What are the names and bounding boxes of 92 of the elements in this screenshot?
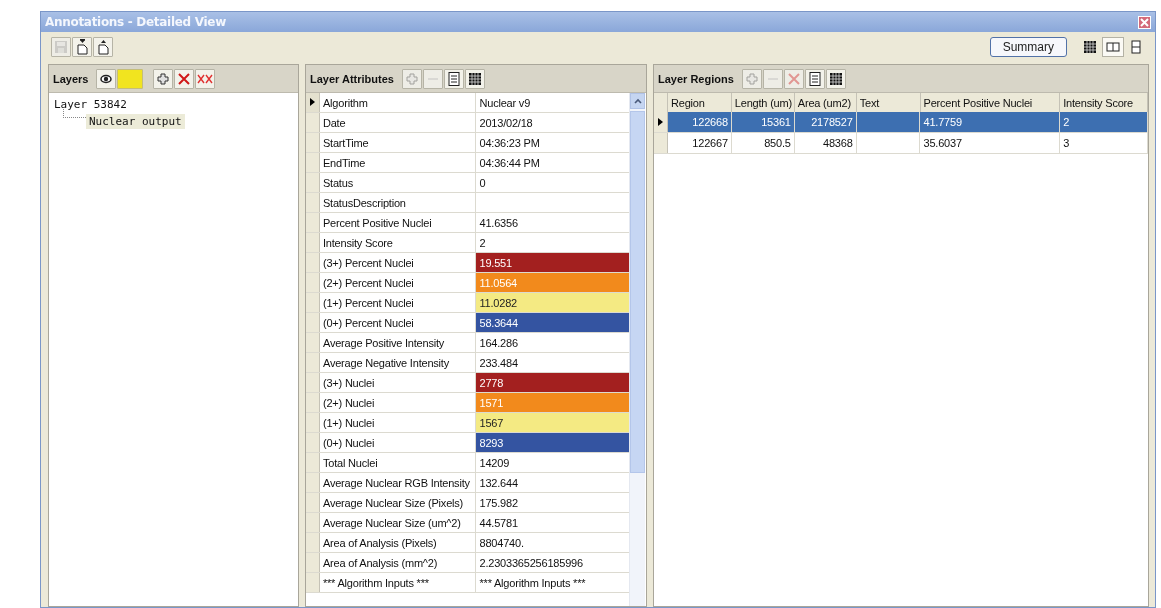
table-cell: 2 — [1060, 112, 1148, 132]
document-arrow-icon — [95, 39, 111, 55]
attribute-value: *** Algorithm Inputs *** — [478, 575, 587, 591]
attribute-value: 41.6356 — [478, 215, 519, 231]
table-cell: 41.7759 — [920, 112, 1061, 132]
attribute-name: Status — [319, 173, 477, 192]
attribute-name: Average Positive Intensity — [319, 333, 477, 352]
grid-icon — [1082, 39, 1098, 55]
attribute-value: 2013/02/18 — [478, 115, 534, 131]
attribute-value: 164.286 — [478, 335, 519, 351]
list-icon — [806, 70, 823, 87]
table-cell: 35.6037 — [920, 133, 1061, 153]
colored-value: 19.551 — [476, 253, 629, 272]
window-title: Annotations - Detailed View — [45, 15, 226, 29]
tool-button[interactable] — [825, 68, 846, 89]
attribute-name: *** Algorithm Inputs *** — [319, 573, 477, 592]
floppy-icon — [53, 39, 69, 55]
attribute-value: 14209 — [478, 455, 511, 471]
attribute-name: Average Nuclear Size (um^2) — [319, 513, 477, 532]
attribute-name: StatusDescription — [319, 193, 477, 212]
tree-item[interactable]: Nuclear output — [86, 114, 185, 129]
attribute-name: Percent Positive Nuclei — [319, 213, 477, 232]
table-cell: 2178527 — [794, 112, 857, 132]
colored-value: 1567 — [476, 413, 629, 432]
list-icon — [445, 70, 462, 87]
attribute-value: 0 — [478, 175, 487, 191]
colored-value: 11.0564 — [476, 273, 629, 292]
rows-icon — [1128, 39, 1144, 55]
columns-icon — [1105, 39, 1121, 55]
tool-button[interactable] — [96, 68, 117, 89]
panel-title: Layer Attributes — [310, 72, 394, 85]
table-row[interactable]: 122667 850.5 48368 35.6037 3 — [654, 133, 1148, 154]
attribute-name: Total Nuclei — [319, 453, 477, 472]
grid-icon — [466, 70, 483, 87]
attribute-name: Area of Analysis (mm^2) — [319, 553, 477, 572]
colored-value: 1571 — [476, 393, 629, 412]
attribute-value: 2 — [478, 235, 487, 251]
attribute-name: Average Negative Intensity — [319, 353, 477, 372]
attribute-name: Average Nuclear Size (Pixels) — [319, 493, 477, 512]
colored-value: 11.0282 — [476, 293, 629, 312]
attribute-name: Date — [319, 113, 477, 132]
close-button[interactable] — [1138, 15, 1151, 29]
cross-icon — [176, 70, 193, 87]
attribute-name: Algorithm — [319, 93, 477, 112]
close-icon — [1140, 17, 1149, 27]
attribute-value: 233.484 — [478, 355, 519, 371]
colored-value: 58.3644 — [476, 313, 629, 332]
attribute-value: 04:36:23 PM — [478, 135, 541, 151]
table-cell: 15361 — [731, 112, 795, 132]
scrollbar[interactable] — [629, 93, 645, 606]
row-header[interactable] — [306, 93, 320, 112]
attribute-value: 8804740. — [478, 535, 525, 551]
attribute-name: Intensity Score — [319, 233, 477, 252]
color-swatch[interactable] — [117, 68, 144, 89]
attribute-value: 44.5781 — [478, 515, 519, 531]
table-cell: 122668 — [667, 112, 732, 132]
plus-icon — [743, 70, 760, 87]
colored-value: 8293 — [476, 433, 629, 452]
tool-button[interactable] — [464, 68, 485, 89]
attribute-value: 132.644 — [478, 475, 519, 491]
attribute-value: Nuclear v9 — [478, 95, 532, 111]
plus-icon — [403, 70, 420, 87]
attribute-name: EndTime — [319, 153, 477, 172]
plus-icon — [155, 70, 172, 87]
attribute-value: 175.982 — [478, 495, 519, 511]
attribute-name: StartTime — [319, 133, 477, 152]
table-row[interactable]: 122668 15361 2178527 41.7759 2 — [654, 112, 1148, 133]
tree-item[interactable]: Layer 53842 — [51, 97, 130, 112]
attribute-name: Area of Analysis (Pixels) — [319, 533, 477, 552]
table-cell: 850.5 — [731, 133, 795, 153]
tool-button[interactable] — [443, 68, 464, 89]
tool-button[interactable] — [804, 68, 825, 89]
table-cell: 122667 — [667, 133, 732, 153]
panel-title: Layers — [53, 72, 89, 85]
table-cell: 3 — [1060, 133, 1148, 153]
summary-button[interactable]: Summary — [989, 37, 1067, 57]
scroll-up-button[interactable] — [630, 93, 645, 109]
attribute-name: Average Nuclear RGB Intensity — [319, 473, 477, 492]
panel-title: Layer Regions — [658, 72, 734, 85]
table-cell: 48368 — [794, 133, 857, 153]
colored-value: 2778 — [476, 373, 629, 392]
grid-icon — [827, 70, 844, 87]
caret-up-icon — [633, 98, 642, 104]
row-pointer-icon — [658, 118, 663, 126]
attribute-value: 04:36:44 PM — [478, 155, 541, 171]
tool-button[interactable] — [72, 37, 92, 57]
row-pointer-icon — [309, 98, 315, 106]
tool-button[interactable] — [93, 37, 113, 57]
cross-icon — [785, 70, 802, 87]
scroll-thumb[interactable] — [630, 111, 645, 473]
document-arrow-icon — [74, 39, 90, 55]
attribute-value: 2.2303365256185996 — [478, 555, 584, 571]
